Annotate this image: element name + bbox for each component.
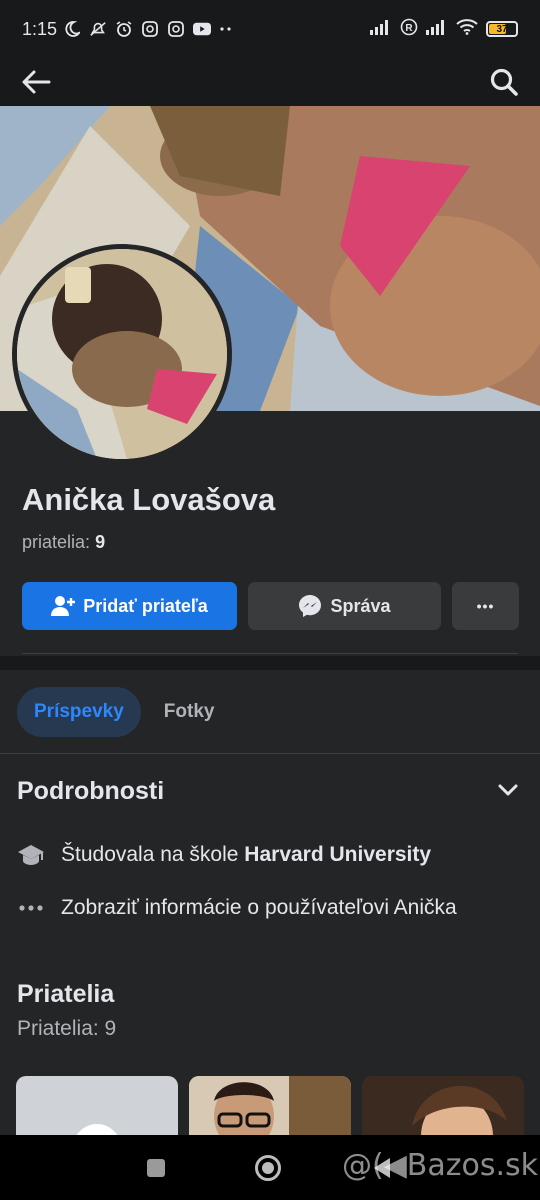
messenger-icon <box>299 595 322 617</box>
profile-tabs: Príspevky Fotky <box>17 687 231 737</box>
home-circle-icon <box>255 1154 281 1181</box>
message-button[interactable]: Správa <box>248 582 441 630</box>
divider <box>22 653 518 654</box>
more-options-button[interactable]: ••• <box>452 582 519 630</box>
section-separator <box>0 656 540 670</box>
instagram-icon <box>167 20 185 38</box>
more-info-label: Zobraziť informácie o používateľovi Anič… <box>61 896 457 919</box>
signal-icon <box>370 19 392 40</box>
chevron-down-icon <box>498 784 518 796</box>
youtube-icon <box>193 20 212 38</box>
education-row[interactable]: Študovala na škole Harvard University <box>17 843 431 867</box>
status-icons-left <box>63 20 233 38</box>
avatar-image <box>17 249 227 459</box>
add-friend-button[interactable]: Pridať priateľa <box>22 582 237 630</box>
add-friend-icon <box>51 596 76 616</box>
graduation-cap-icon <box>17 843 45 867</box>
friends-count[interactable]: priatelia: 9 <box>22 532 105 553</box>
message-label: Správa <box>330 595 391 616</box>
profile-avatar[interactable] <box>12 244 232 464</box>
instagram-icon <box>141 20 159 38</box>
more-dots-icon <box>17 905 45 911</box>
details-title: Podrobnosti <box>17 777 165 805</box>
friends-title: Priatelia <box>17 980 115 1008</box>
battery-icon: 37 <box>486 21 518 37</box>
status-bar: 1:15 R 37 <box>0 0 540 58</box>
more-info-row[interactable]: Zobraziť informácie o používateľovi Anič… <box>17 896 457 920</box>
svg-text:R: R <box>405 23 413 34</box>
square-icon <box>147 1158 165 1177</box>
alarm-icon <box>115 20 133 38</box>
moon-icon <box>63 20 81 38</box>
more-options-icon: ••• <box>476 598 495 614</box>
education-school: Harvard University <box>244 843 432 866</box>
signal-icon <box>426 19 448 40</box>
status-time: 1:15 <box>22 18 58 39</box>
friends-subtitle: Priatelia: 9 <box>17 1017 117 1040</box>
education-prefix: Študovala na škole <box>61 843 245 866</box>
battery-level: 37 <box>496 23 508 35</box>
mute-icon <box>89 20 107 38</box>
profile-name: Anička Lovašova <box>22 482 276 517</box>
add-friend-label: Pridať priateľa <box>83 595 208 616</box>
profile-actions: Pridať priateľa Správa ••• <box>22 582 519 630</box>
divider <box>0 753 540 754</box>
tab-photos[interactable]: Fotky <box>147 687 232 737</box>
recent-apps-button[interactable] <box>146 1158 166 1178</box>
more-dots-icon <box>219 20 233 38</box>
tab-posts[interactable]: Príspevky <box>17 687 141 737</box>
home-button[interactable] <box>254 1154 282 1182</box>
arrow-left-icon <box>22 70 51 94</box>
status-icons-right: R 37 <box>370 18 518 41</box>
friends-count-label: priatelia: <box>22 532 91 552</box>
search-button[interactable] <box>486 64 522 100</box>
details-expand-button[interactable] <box>494 776 522 804</box>
wifi-icon <box>456 18 478 40</box>
back-button[interactable] <box>18 64 54 100</box>
watermark: @(◀Bazos.sk <box>342 1148 539 1183</box>
friends-count-value: 9 <box>95 532 106 552</box>
r-icon: R <box>400 18 418 41</box>
search-icon <box>490 68 518 96</box>
top-nav <box>0 58 540 106</box>
